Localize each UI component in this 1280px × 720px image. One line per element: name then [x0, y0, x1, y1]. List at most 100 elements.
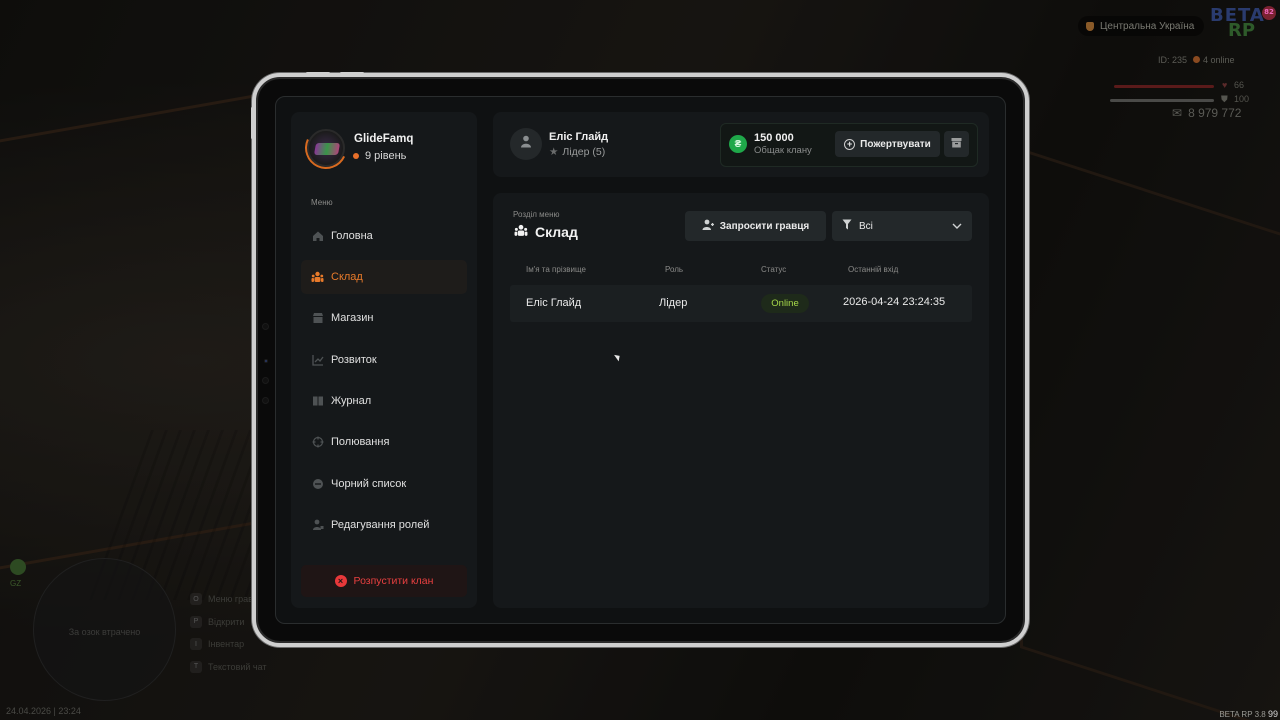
location-pin-icon	[1086, 21, 1094, 31]
money-value: 8 979 772	[1188, 106, 1242, 120]
hud-region: Центральна Україна	[1078, 16, 1205, 36]
close-icon: ×	[334, 575, 347, 587]
key-cap: T	[190, 660, 202, 673]
hud-player-info: ID: 235 4 online	[1158, 55, 1235, 65]
page-title-label: Склад	[535, 224, 578, 240]
clan-level: 9 рівень	[353, 150, 406, 162]
archive-icon	[951, 135, 962, 153]
camera-icon	[262, 323, 269, 330]
armor-bar	[1110, 99, 1214, 102]
key-label: Відкрити	[208, 616, 245, 627]
add-user-icon	[702, 219, 714, 234]
section-caption: Розділ меню	[513, 210, 560, 219]
key-cap: O	[190, 593, 202, 606]
people-icon	[311, 271, 324, 284]
camera-icon	[262, 377, 269, 384]
hud-datetime: 24.04.2026 | 23:24	[6, 706, 81, 716]
sidebar-item-hunting[interactable]: Полювання	[301, 425, 467, 459]
filter-value: Всі	[859, 220, 873, 232]
camera-icon	[262, 397, 269, 404]
sidebar-item-label: Розвиток	[331, 354, 377, 366]
sidebar-item-label: Редагування ролей	[331, 519, 430, 531]
column-header-status: Статус	[761, 265, 787, 274]
key-hint: I Інвентар	[190, 633, 267, 656]
online-count-label: 4 online	[1203, 55, 1235, 65]
user-icon	[520, 135, 532, 153]
column-header-name: Ім'я та прізвище	[526, 265, 586, 274]
home-icon	[311, 230, 324, 243]
user-edit-icon	[311, 519, 324, 532]
clan-level-label: 9 рівень	[365, 150, 407, 162]
bank-history-button[interactable]	[944, 131, 969, 157]
crosshair-icon	[311, 436, 324, 449]
hud-money: ✉ 8 979 772	[1172, 106, 1241, 120]
online-dot-icon	[1193, 56, 1201, 63]
sidebar-item-development[interactable]: Розвиток	[301, 343, 467, 377]
sidebar-item-label: Склад	[331, 271, 363, 283]
sidebar-item-blacklist[interactable]: Чорний список	[301, 467, 467, 501]
filter-select[interactable]: Всі	[832, 211, 972, 241]
column-header-role: Роль	[665, 265, 684, 274]
player-id: ID: 235	[1158, 55, 1188, 65]
cash-icon: ✉	[1172, 106, 1183, 120]
health-bar	[1114, 85, 1214, 88]
sidebar-item-label: Головна	[331, 230, 373, 242]
minimap-label: За озок втрачено	[68, 627, 141, 637]
sidebar-item-edit-roles[interactable]: Редагування ролей	[301, 508, 467, 542]
shop-icon	[311, 312, 324, 325]
invite-player-button[interactable]: Запросити гравця	[685, 211, 826, 241]
menu-caption: Меню	[311, 198, 333, 207]
key-label: Текстовий чат	[208, 661, 267, 672]
key-cap: P	[190, 615, 202, 628]
status-badge: Online	[761, 294, 809, 313]
sidebar-item-shop[interactable]: Магазин	[301, 301, 467, 335]
member-role: Лідер	[659, 297, 688, 309]
sidebar-item-journal[interactable]: Журнал	[301, 384, 467, 418]
block-icon	[311, 478, 324, 491]
star-icon: ★	[549, 146, 559, 158]
health-value: 66	[1234, 80, 1245, 90]
donate-button[interactable]: + Пожертвувати	[835, 131, 940, 157]
server-logo: BETA RP 82	[1210, 6, 1276, 40]
member-name: Еліс Глайд	[526, 297, 582, 309]
bank-amount: 150 000	[754, 132, 794, 144]
camera-sensor-icon	[264, 359, 268, 363]
bank-label: Общак клану	[754, 145, 812, 156]
dissolve-clan-label: Розпустити клан	[353, 575, 434, 587]
chevron-down-icon	[952, 221, 962, 232]
donate-label: Пожертвувати	[860, 138, 931, 150]
heart-icon: ♥	[1222, 80, 1228, 90]
main-content	[493, 193, 989, 608]
shield-icon: ⛊	[1221, 94, 1228, 104]
sidebar-item-label: Чорний список	[331, 478, 407, 490]
user-name: Еліс Глайд	[549, 131, 609, 143]
level-dot-icon	[353, 153, 359, 159]
user-role: ★ Лідер (5)	[549, 146, 605, 158]
plus-icon: +	[844, 138, 856, 150]
invite-player-label: Запросити гравця	[719, 220, 810, 232]
column-header-last-login: Останній вхід	[848, 265, 899, 274]
online-count: 4 online	[1193, 55, 1235, 65]
sidebar-item-storage[interactable]: Склад	[301, 260, 467, 294]
member-last-login: 2026-04-24 23:24:35	[843, 296, 946, 308]
zone-label: GZ	[10, 579, 22, 588]
key-cap: I	[190, 638, 202, 651]
sidebar-item-label: Магазин	[331, 312, 374, 324]
zone-icon	[10, 559, 26, 575]
filter-icon	[842, 219, 852, 233]
sidebar-item-label: Журнал	[331, 395, 372, 407]
hud-region-label: Центральна Україна	[1100, 20, 1195, 32]
book-icon	[311, 395, 324, 408]
sidebar-item-label: Полювання	[331, 436, 390, 448]
tablet-volume-button	[340, 72, 364, 75]
key-hint: T Текстовий чат	[190, 656, 267, 679]
clan-name: GlideFamq	[354, 133, 414, 145]
version-label: BETA RP 3.8 99	[1219, 709, 1278, 719]
chart-icon	[311, 354, 324, 367]
currency-icon: ₴	[729, 135, 747, 153]
sidebar-item-home[interactable]: Головна	[301, 219, 467, 253]
key-label: Інвентар	[208, 639, 245, 650]
people-icon	[514, 224, 528, 240]
armor-value: 100	[1234, 94, 1250, 104]
dissolve-clan-button[interactable]: × Розпустити клан	[301, 565, 467, 597]
